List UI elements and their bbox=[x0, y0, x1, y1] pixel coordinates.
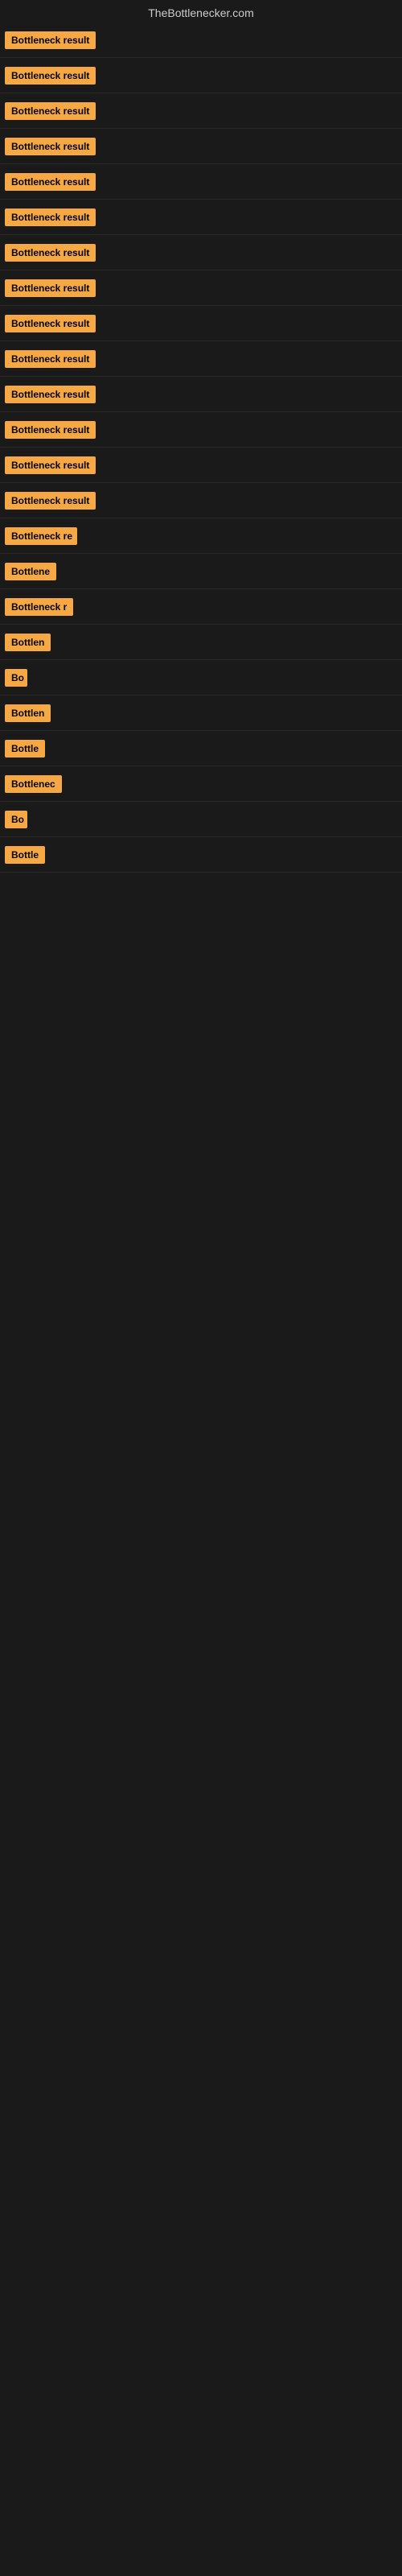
bottleneck-result-badge[interactable]: Bottleneck result bbox=[5, 208, 96, 226]
table-row: Bottleneck result bbox=[0, 270, 402, 306]
table-row: Bottleneck result bbox=[0, 23, 402, 58]
table-row: Bottleneck result bbox=[0, 93, 402, 129]
bottleneck-result-badge[interactable]: Bottleneck r bbox=[5, 598, 73, 616]
table-row: Bottleneck result bbox=[0, 412, 402, 448]
table-row: Bottlenec bbox=[0, 766, 402, 802]
table-row: Bottleneck result bbox=[0, 341, 402, 377]
bottleneck-result-badge[interactable]: Bottleneck re bbox=[5, 527, 77, 545]
bottleneck-result-badge[interactable]: Bottleneck result bbox=[5, 102, 96, 120]
table-row: Bottlen bbox=[0, 696, 402, 731]
bottleneck-result-badge[interactable]: Bottleneck result bbox=[5, 138, 96, 155]
rows-container: Bottleneck result Bottleneck result Bottle… bbox=[0, 23, 402, 873]
bottleneck-result-badge[interactable]: Bottlen bbox=[5, 704, 51, 722]
table-row: Bottleneck result bbox=[0, 448, 402, 483]
table-row: Bottle bbox=[0, 837, 402, 873]
bottleneck-result-badge[interactable]: Bottleneck result bbox=[5, 350, 96, 368]
table-row: Bottle bbox=[0, 731, 402, 766]
table-row: Bottlen bbox=[0, 625, 402, 660]
bottleneck-result-badge[interactable]: Bo bbox=[5, 811, 27, 828]
bottleneck-result-badge[interactable]: Bottleneck result bbox=[5, 31, 96, 49]
table-row: Bo bbox=[0, 802, 402, 837]
table-row: Bottleneck r bbox=[0, 589, 402, 625]
bottleneck-result-badge[interactable]: Bottlene bbox=[5, 563, 56, 580]
table-row: Bottleneck result bbox=[0, 164, 402, 200]
table-row: Bottleneck result bbox=[0, 129, 402, 164]
table-row: Bottlene bbox=[0, 554, 402, 589]
site-header: TheBottlenecker.com bbox=[0, 0, 402, 23]
bottleneck-result-badge[interactable]: Bottleneck result bbox=[5, 492, 96, 510]
bottleneck-result-badge[interactable]: Bo bbox=[5, 669, 27, 687]
table-row: Bottleneck result bbox=[0, 483, 402, 518]
bottleneck-result-badge[interactable]: Bottleneck result bbox=[5, 315, 96, 332]
bottleneck-result-badge[interactable]: Bottlen bbox=[5, 634, 51, 651]
table-row: Bo bbox=[0, 660, 402, 696]
bottleneck-result-badge[interactable]: Bottleneck result bbox=[5, 456, 96, 474]
bottleneck-result-badge[interactable]: Bottlenec bbox=[5, 775, 62, 793]
table-row: Bottleneck result bbox=[0, 306, 402, 341]
table-row: Bottleneck result bbox=[0, 58, 402, 93]
site-title: TheBottlenecker.com bbox=[0, 0, 402, 23]
bottleneck-result-badge[interactable]: Bottleneck result bbox=[5, 386, 96, 403]
bottleneck-result-badge[interactable]: Bottle bbox=[5, 740, 45, 758]
bottleneck-result-badge[interactable]: Bottleneck result bbox=[5, 244, 96, 262]
table-row: Bottleneck result bbox=[0, 377, 402, 412]
bottleneck-result-badge[interactable]: Bottleneck result bbox=[5, 173, 96, 191]
bottleneck-result-badge[interactable]: Bottle bbox=[5, 846, 45, 864]
bottleneck-result-badge[interactable]: Bottleneck result bbox=[5, 67, 96, 85]
table-row: Bottleneck result bbox=[0, 200, 402, 235]
table-row: Bottleneck re bbox=[0, 518, 402, 554]
table-row: Bottleneck result bbox=[0, 235, 402, 270]
bottleneck-result-badge[interactable]: Bottleneck result bbox=[5, 279, 96, 297]
bottleneck-result-badge[interactable]: Bottleneck result bbox=[5, 421, 96, 439]
